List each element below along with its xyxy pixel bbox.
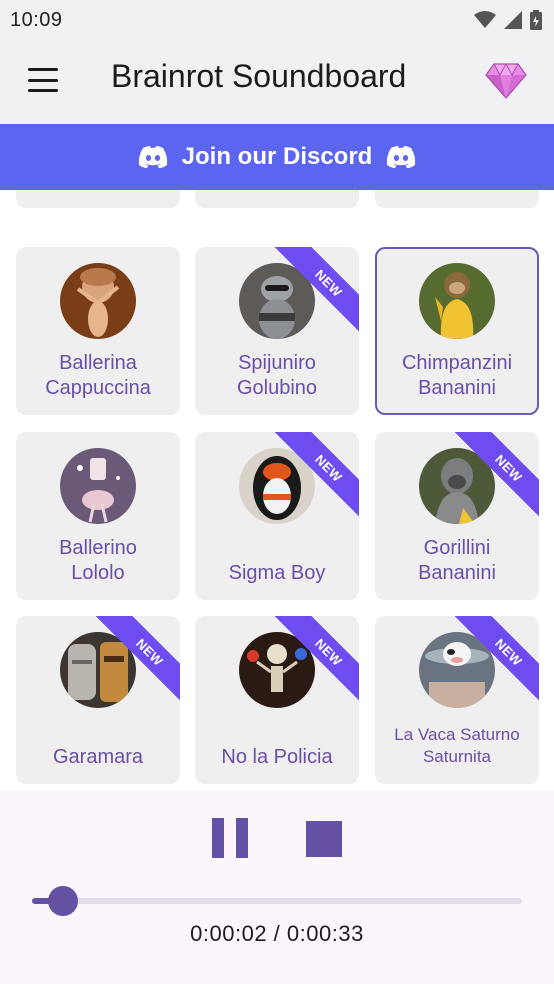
sound-card-label: Chimpanzini Bananini xyxy=(401,352,513,399)
status-icons xyxy=(474,10,542,30)
menu-icon[interactable] xyxy=(28,68,58,92)
status-bar: 10:09 xyxy=(0,0,554,40)
time-readout: 0:00:02 / 0:00:33 xyxy=(190,921,364,946)
sound-card-label: Lemonchini xyxy=(201,190,353,208)
sound-avatar xyxy=(60,448,136,524)
sound-card-label: Ballerina Cappuccina xyxy=(45,352,151,399)
sound-card-label: No la Policia xyxy=(221,746,333,768)
sound-grid: Frigo Camello Lemonchini Dinmbini Baller… xyxy=(0,190,554,791)
sound-card-label: Gorillini Bananini xyxy=(418,537,496,584)
progress-thumb[interactable] xyxy=(47,886,78,916)
sound-card[interactable]: Frigo Camello xyxy=(16,190,180,208)
sound-card[interactable]: NEW La Vaca Saturno Saturnita xyxy=(375,616,539,784)
sound-card-label: Frigo Camello xyxy=(22,190,174,208)
sound-card[interactable]: Ballerino Lololo xyxy=(16,432,180,600)
sound-card-label: Garamara xyxy=(52,746,144,768)
gem-icon[interactable] xyxy=(484,58,528,102)
sound-card[interactable]: Lemonchini xyxy=(195,190,359,208)
discord-icon xyxy=(138,146,167,168)
discord-banner[interactable]: Join our Discord xyxy=(0,124,554,190)
sound-card-label: Dinmbini xyxy=(381,190,533,208)
sound-card[interactable]: NEW Gorillini Bananini xyxy=(375,432,539,600)
discord-label: Join our Discord xyxy=(181,143,373,170)
sound-card-selected[interactable]: Chimpanzini Bananini xyxy=(375,247,539,415)
wifi-icon xyxy=(474,11,496,28)
audio-player: 0:00:02 / 0:00:33 xyxy=(0,791,554,984)
status-time: 10:09 xyxy=(10,8,63,31)
signal-icon xyxy=(504,11,522,29)
sound-card-label: La Vaca Saturno Saturnita xyxy=(394,725,520,766)
sound-card[interactable]: NEW No la Policia xyxy=(195,616,359,784)
sound-card-label: Spijuniro Golubino xyxy=(236,352,318,399)
sound-card[interactable]: NEW Garamara xyxy=(16,616,180,784)
discord-icon xyxy=(387,146,416,168)
sound-avatar xyxy=(419,263,495,339)
sound-card[interactable]: Dinmbini xyxy=(375,190,539,208)
sound-card[interactable]: Ballerina Cappuccina xyxy=(16,247,180,415)
stop-icon[interactable] xyxy=(306,821,342,857)
sound-avatar xyxy=(60,263,136,339)
sound-card-label: Ballerino Lololo xyxy=(59,537,137,584)
sound-card-label: Sigma Boy xyxy=(228,562,326,584)
sound-card[interactable]: NEW Sigma Boy xyxy=(195,432,359,600)
pause-icon[interactable] xyxy=(212,818,248,858)
sound-card[interactable]: NEW Spijuniro Golubino xyxy=(195,247,359,415)
battery-icon xyxy=(530,10,542,30)
app-title: Brainrot Soundboard xyxy=(111,58,407,94)
progress-slider[interactable] xyxy=(32,886,522,916)
app-bar: Brainrot Soundboard xyxy=(0,40,554,124)
